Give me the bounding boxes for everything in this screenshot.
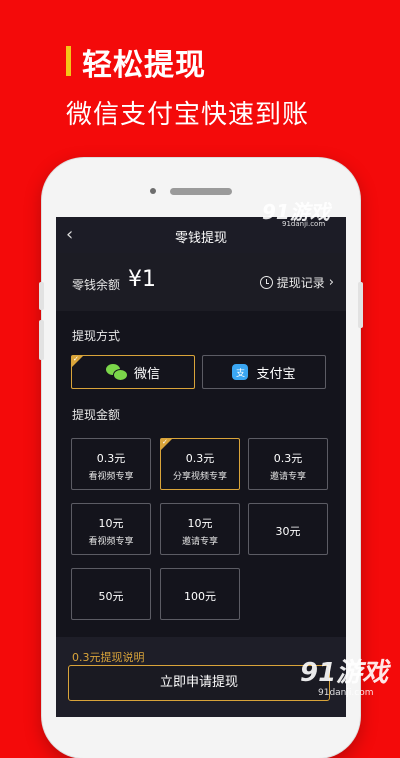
watermark-domain: 91danji.com (318, 688, 374, 698)
promo-subtitle: 微信支付宝快速到账 (66, 100, 310, 130)
phone-speaker (170, 188, 232, 195)
amount-value: 0.3元 (96, 452, 126, 465)
withdraw-record-link[interactable]: 提现记录 › (259, 274, 334, 291)
amount-value: 50元 (98, 590, 124, 603)
phone-power-button (358, 282, 363, 328)
promo-accent-bar (66, 46, 71, 76)
method-alipay-button[interactable]: 支 支付宝 (202, 355, 326, 389)
amount-value: 100元 (184, 590, 216, 603)
amount-note: 邀请专享 (181, 537, 218, 547)
amount-value: 10元 (98, 517, 124, 530)
watermark-domain: 91danji.com (282, 220, 326, 228)
alipay-icon: 支 (232, 364, 249, 380)
amount-option[interactable]: 0.3元 看视频专享 (71, 438, 151, 490)
amount-note: 看视频专享 (88, 537, 134, 547)
withdraw-description-title: 0.3元提现说明 (72, 651, 145, 664)
amount-option-selected[interactable]: ✓ 0.3元 分享视频专享 (160, 438, 240, 490)
amount-value: 10元 (187, 517, 213, 530)
amount-option[interactable]: 30元 (248, 503, 328, 555)
balance-value: ¥1 (128, 267, 156, 292)
clock-icon (259, 276, 273, 289)
withdraw-amount-label: 提现金额 (72, 408, 121, 422)
amount-note: 邀请专享 (269, 472, 306, 482)
amount-value: 30元 (275, 525, 301, 538)
withdraw-record-label: 提现记录 (276, 276, 325, 290)
balance-panel: 零钱余额 ¥1 提现记录 › (56, 253, 346, 311)
wechat-icon (105, 364, 128, 381)
phone-camera (150, 188, 156, 194)
phone-volume-button (39, 282, 44, 310)
amount-option[interactable]: 100元 (160, 568, 240, 620)
method-wechat-label: 微信 (133, 366, 160, 382)
check-icon: ✓ (162, 438, 168, 446)
chevron-right-icon: › (328, 275, 334, 290)
withdraw-method-label: 提现方式 (72, 329, 121, 343)
page-title: 零钱提现 (174, 231, 227, 246)
phone-volume-button (39, 320, 44, 360)
method-alipay-label: 支付宝 (256, 366, 296, 382)
apply-withdraw-button[interactable]: 立即申请提现 (68, 665, 330, 701)
balance-label: 零钱余额 (72, 278, 121, 292)
method-wechat-button[interactable]: ✓ 微信 (71, 355, 195, 389)
watermark-logo: 91游戏 (300, 658, 389, 688)
amount-value: 0.3元 (185, 452, 215, 465)
app-screen: ‹ 零钱提现 零钱余额 ¥1 提现记录 › 提现方式 ✓ 微信 支 支付宝 提现… (56, 217, 346, 717)
amount-option[interactable]: 0.3元 邀请专享 (248, 438, 328, 490)
amount-value: 0.3元 (273, 452, 303, 465)
check-icon: ✓ (73, 355, 79, 363)
amount-option[interactable]: 50元 (71, 568, 151, 620)
amount-option[interactable]: 10元 看视频专享 (71, 503, 151, 555)
amount-note: 分享视频专享 (172, 472, 227, 482)
amount-option[interactable]: 10元 邀请专享 (160, 503, 240, 555)
amount-note: 看视频专享 (88, 472, 134, 482)
promo-title: 轻松提现 (82, 48, 206, 83)
